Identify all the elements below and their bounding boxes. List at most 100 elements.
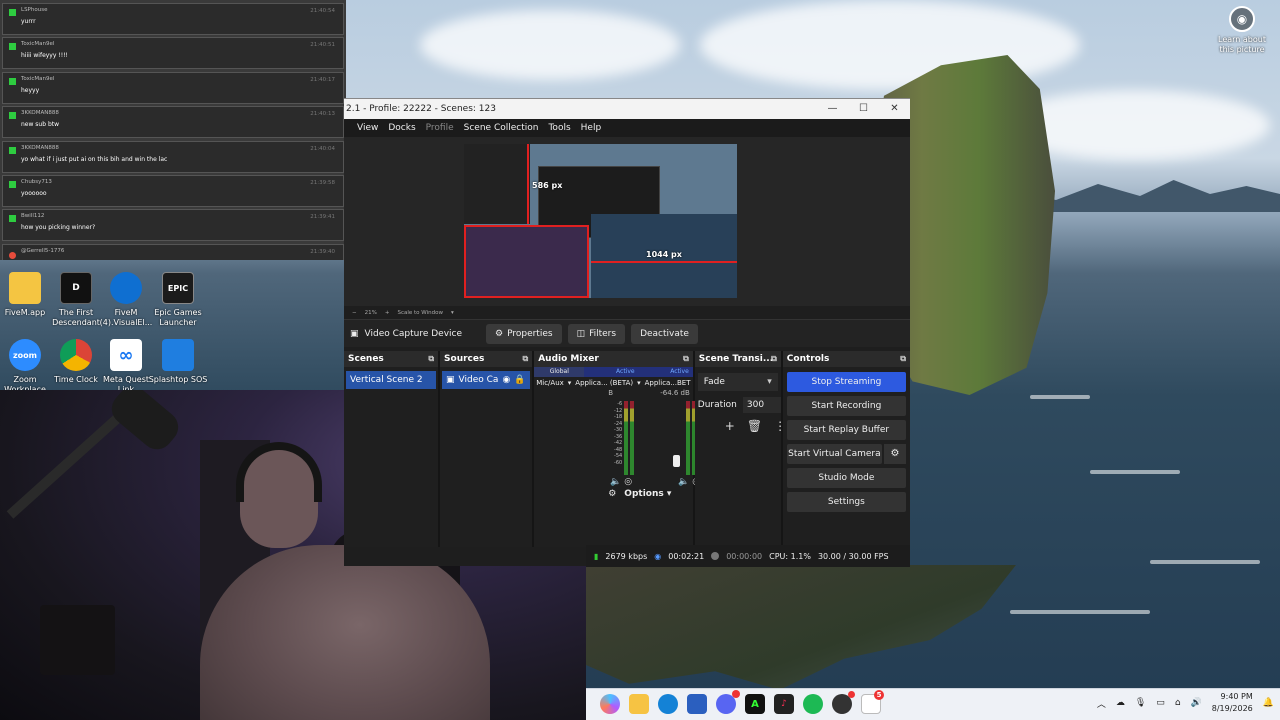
epic-games-icon: EPIC <box>162 272 194 304</box>
filters-label: Filters <box>589 328 617 339</box>
gear-icon[interactable]: ⚙ <box>608 489 616 499</box>
db-readout-right: -64.6 dB <box>660 389 690 397</box>
store-icon[interactable] <box>687 694 707 714</box>
mixer-options-button[interactable]: Options ▾ <box>624 489 671 499</box>
menu-help[interactable]: Help <box>581 123 602 133</box>
chevron-down-icon[interactable]: ▾ <box>568 379 572 387</box>
source-item[interactable]: ▣ Video Ca ◉ 🔒 <box>442 371 531 389</box>
network-icon[interactable]: ⌂ <box>1175 698 1181 708</box>
speaker-icon[interactable]: 🔈 <box>610 477 621 487</box>
filters-button[interactable]: ◫ Filters <box>567 323 626 344</box>
dock-float-icon[interactable]: ⧉ <box>771 351 777 367</box>
menu-tools[interactable]: Tools <box>548 123 570 133</box>
chat-timestamp: 21:40:04 <box>310 145 335 152</box>
preview-canvas[interactable]: 586 px 1044 px <box>464 144 737 298</box>
user-badge-icon <box>9 9 16 16</box>
clock[interactable]: 9:40 PM 8/19/2026 <box>1212 691 1253 715</box>
mixer-channel-app2[interactable]: Applica...BET <box>645 379 691 387</box>
menu-view[interactable]: View <box>357 123 378 133</box>
chat-text: yoooooo <box>21 189 47 197</box>
capcut-icon[interactable]: ♪ <box>774 694 794 714</box>
obs-icon[interactable] <box>832 691 855 714</box>
notepad-icon[interactable]: 5 <box>861 690 884 714</box>
scenes-title: Scenes <box>348 354 384 364</box>
notifications-icon[interactable]: 🔔 <box>1263 698 1274 708</box>
chevron-up-icon[interactable]: ︿ <box>1097 697 1106 710</box>
guide-label-right: 1044 px <box>646 250 682 259</box>
mixer-tab-global[interactable]: Global <box>534 367 585 377</box>
mixer-channel-mic[interactable]: Mic/Aux <box>536 379 564 387</box>
start-replay-buffer-button[interactable]: Start Replay Buffer <box>786 420 906 440</box>
scene-item[interactable]: Vertical Scene 2 <box>346 371 437 389</box>
menu-profile[interactable]: Profile <box>426 123 454 133</box>
properties-button[interactable]: ⚙ Properties <box>486 323 562 344</box>
trash-icon[interactable]: 🗑 <box>747 419 762 433</box>
dock-float-icon[interactable]: ⧉ <box>683 351 689 367</box>
mixer-tab-active[interactable]: Active <box>584 367 639 377</box>
transition-select[interactable]: Fade <box>697 373 778 391</box>
zoom-out-icon[interactable]: − <box>352 310 357 316</box>
duration-input[interactable]: 300 <box>742 397 781 413</box>
close-icon[interactable]: ✕ <box>879 99 910 119</box>
mixer-channel-app1[interactable]: Applica... (BETA) <box>575 379 633 387</box>
file-explorer-icon[interactable] <box>629 694 649 714</box>
settings-button[interactable]: Settings <box>786 492 906 512</box>
desktop-icon-fivem[interactable]: FiveM (4).VisualEl... <box>96 272 156 328</box>
start-virtual-camera-button[interactable]: Start Virtual Camera <box>786 444 882 464</box>
audio-mixer-title: Audio Mixer <box>538 354 599 364</box>
spotify-icon[interactable] <box>803 694 823 714</box>
menu-scene-collection[interactable]: Scene Collection <box>464 123 539 133</box>
user-badge-icon <box>9 43 16 51</box>
user-badge-icon <box>9 112 16 120</box>
studio-mode-button[interactable]: Studio Mode <box>786 468 906 488</box>
chrome-icon <box>60 339 92 371</box>
volume-fader[interactable] <box>673 455 681 467</box>
obs-title-bar[interactable]: 2.1 - Profile: 22222 - Scenes: 123 — ☐ ✕ <box>344 99 910 119</box>
dock-float-icon[interactable]: ⧉ <box>523 351 529 367</box>
minimize-icon[interactable]: — <box>817 99 848 119</box>
gear-icon[interactable]: ⚙ <box>884 444 906 464</box>
desktop-icon-meta-quest[interactable]: ∞ Meta Quest Link <box>96 339 156 395</box>
desktop-icon-epic-games[interactable]: EPIC Epic Games Launcher <box>148 272 208 328</box>
meter-scale: -6 -12 -18 -24 -30 -36 -42 -48 -54 -60 <box>608 401 622 466</box>
lock-icon[interactable]: 🔒 <box>514 371 525 389</box>
mixer-tab-active[interactable]: Active <box>638 367 693 377</box>
deactivate-button[interactable]: Deactivate <box>631 323 698 344</box>
start-recording-button[interactable]: Start Recording <box>786 396 906 416</box>
chevron-down-icon[interactable]: ▾ <box>637 379 641 387</box>
volume-icon[interactable]: 🔊 <box>1191 698 1202 708</box>
chevron-down-icon[interactable]: ▾ <box>451 310 454 316</box>
dock-float-icon[interactable]: ⧉ <box>900 351 906 367</box>
headphone-icon[interactable]: ◎ <box>624 477 632 487</box>
preview-area[interactable]: 586 px 1044 px − 21% + Scale to Window ▾ <box>344 137 910 319</box>
maximize-icon[interactable]: ☐ <box>848 99 879 119</box>
speaker-icon[interactable]: 🔈 <box>678 477 689 487</box>
terminal-icon[interactable]: A <box>745 694 765 714</box>
zoom-in-icon[interactable]: + <box>385 310 390 316</box>
controls-title: Controls <box>786 354 830 364</box>
learn-about-picture[interactable]: ◉ Learn about this picture <box>1212 6 1272 55</box>
eye-icon[interactable]: ◉ <box>502 371 510 389</box>
chat-message: 3KKOMAN888 21:40:13 new sub btw <box>2 106 344 139</box>
chat-text: how you picking winner? <box>21 224 96 232</box>
chat-username: @Gerrell5-1776 <box>21 247 65 254</box>
cloud-icon[interactable]: ☁ <box>1116 698 1125 708</box>
copilot-icon[interactable] <box>600 694 620 714</box>
menu-docks[interactable]: Docks <box>388 123 415 133</box>
audio-mixer-dock: Audio Mixer ⧉ Global Active Active Mic/A… <box>534 351 700 547</box>
desktop-icon-splashtop[interactable]: Splashtop SOS <box>148 339 208 385</box>
chat-message: Bwill112 21:39:41 how you picking winner… <box>2 209 344 242</box>
volume-meters: B -64.6 dB -6 -12 -18 -24 -30 -36 -42 -4… <box>534 389 700 489</box>
chat-timestamp: 21:40:51 <box>310 42 335 49</box>
preview-webcam-source[interactable] <box>464 225 589 298</box>
microphone-icon[interactable]: 🎙 <box>1135 698 1146 708</box>
stop-streaming-button[interactable]: Stop Streaming <box>786 372 906 392</box>
discord-icon[interactable] <box>716 690 740 714</box>
chat-timestamp: 21:39:58 <box>310 179 335 186</box>
duration-label: Duration <box>697 400 737 410</box>
monitor-icon[interactable]: ▭ <box>1156 698 1165 708</box>
edge-icon[interactable] <box>658 694 678 714</box>
scale-mode[interactable]: Scale to Window <box>397 310 443 316</box>
dock-float-icon[interactable]: ⧉ <box>428 351 434 367</box>
add-icon[interactable]: + <box>725 419 735 433</box>
